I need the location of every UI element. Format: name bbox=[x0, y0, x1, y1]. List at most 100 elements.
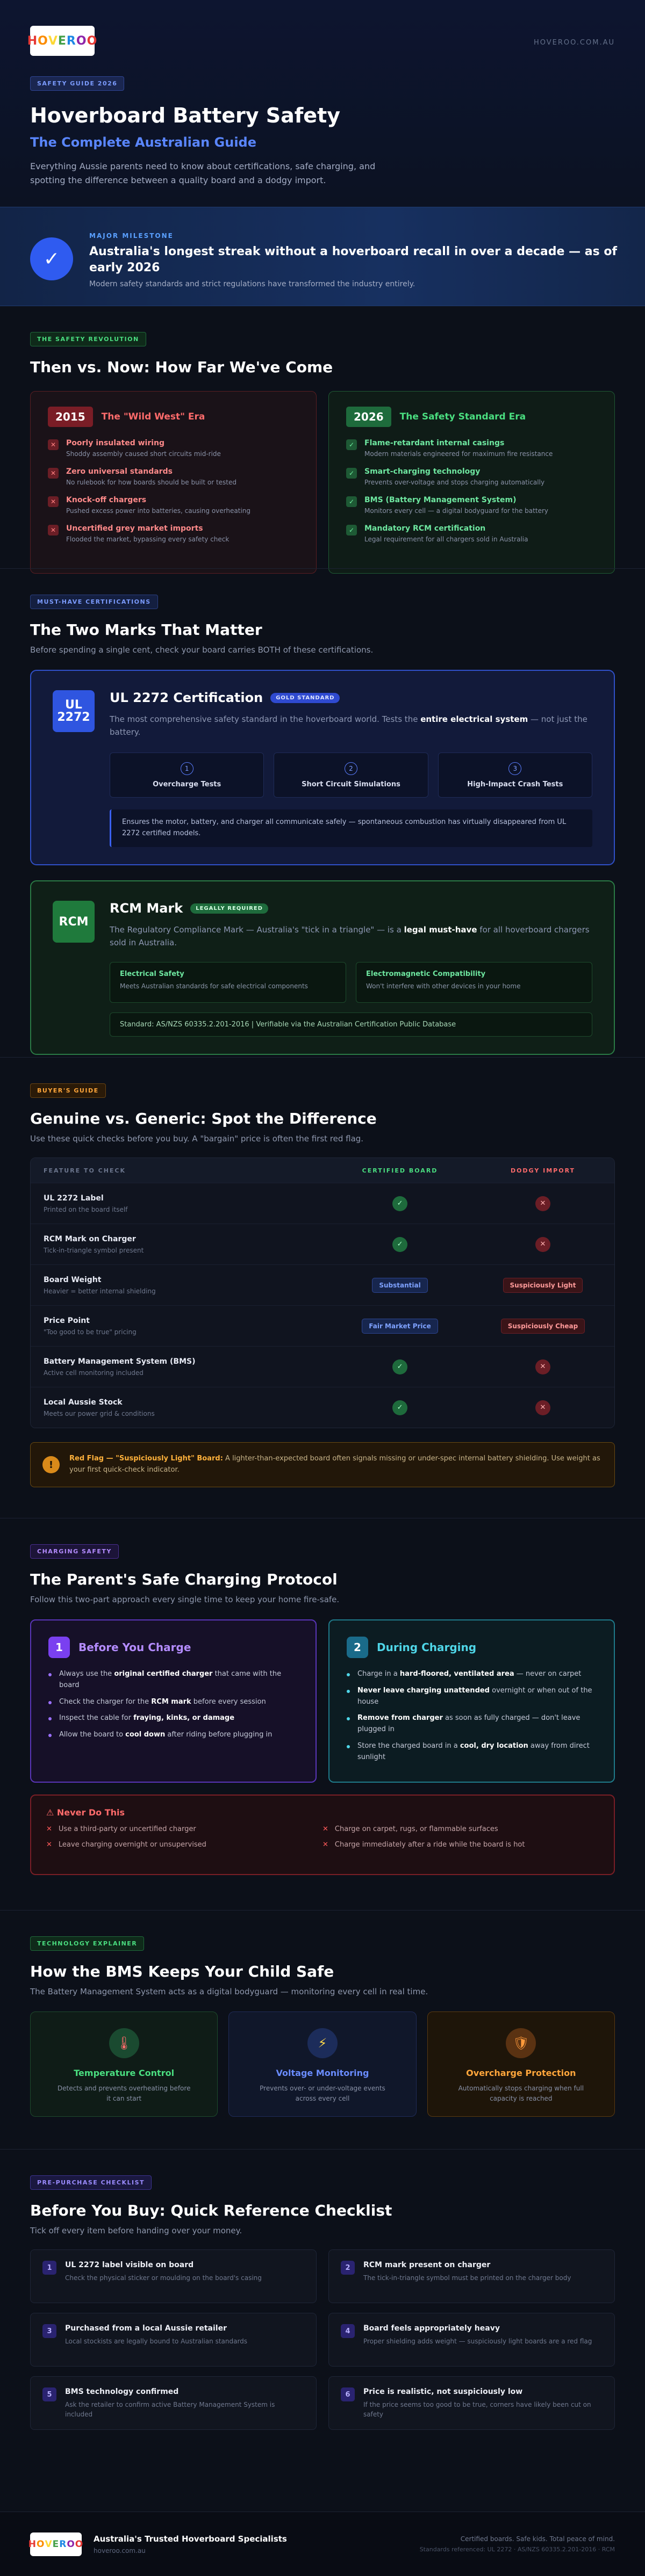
bullet-text: Inspect the cable for fraying, kinks, or… bbox=[59, 1713, 234, 1724]
revolution-section: THE SAFETY REVOLUTION Then vs. Now: How … bbox=[0, 306, 645, 574]
cross-icon: ✕ bbox=[46, 1841, 52, 1849]
rcm-title: RCM Mark bbox=[110, 901, 183, 916]
check-icon: ✓ bbox=[392, 1236, 408, 1252]
cross-icon: ✕ bbox=[48, 439, 59, 450]
checklist-item[interactable]: 2 RCM mark present on charger The tick-in-… bbox=[328, 2249, 615, 2303]
bullet-dot-icon bbox=[347, 1717, 350, 1721]
gold-standard-pill: GOLD STANDARD bbox=[270, 692, 340, 703]
bullet-bold: cool down bbox=[125, 1731, 166, 1739]
buyers-tag: BUYER'S GUIDE bbox=[30, 1083, 106, 1098]
never-item-text: Charge immediately after a ride while th… bbox=[334, 1841, 525, 1849]
bullet-item: Check the charger for the RCM mark befor… bbox=[48, 1697, 298, 1708]
bullet-part: Always use the bbox=[59, 1670, 114, 1678]
page-subtitle: The Complete Australian Guide bbox=[30, 135, 256, 150]
never-item: ✕ Leave charging overnight or unsupervise… bbox=[46, 1841, 322, 1849]
desc-bold: legal must-have bbox=[404, 925, 477, 935]
era-item-desc: Shoddy assembly caused short circuits mi… bbox=[66, 450, 221, 458]
rcm-feature-title: Electrical Safety bbox=[120, 970, 184, 978]
era-item: ✓ Mandatory RCM certification Legal requir… bbox=[346, 524, 597, 543]
feature-name: RCM Mark on Charger bbox=[44, 1234, 136, 1243]
era-item: ✕ Knock-off chargers Pushed excess power i… bbox=[48, 496, 299, 515]
checklist-text: UL 2272 label visible on board Check the … bbox=[65, 2261, 262, 2292]
bms-section: TECHNOLOGY EXPLAINER How the BMS Keeps Y… bbox=[0, 1910, 645, 2149]
milestone-title: Australia's longest streak without a hov… bbox=[89, 245, 618, 274]
era-item-text: Flame-retardant internal casings Modern m… bbox=[364, 439, 553, 458]
test-label: Short Circuit Simulations bbox=[302, 780, 400, 788]
bullet-dot-icon bbox=[48, 1701, 52, 1704]
ul-badge-icon: UL 2272 bbox=[53, 690, 95, 732]
bullet-dot-icon bbox=[48, 1673, 52, 1676]
table-row: Battery Management System (BMS) Active ce… bbox=[31, 1346, 614, 1387]
certified-cell: Fair Market Price bbox=[328, 1318, 471, 1334]
site-url[interactable]: HOVEROO.COM.AU bbox=[534, 39, 615, 47]
feature-name: Battery Management System (BMS) bbox=[44, 1357, 196, 1366]
era-item: ✓ BMS (Battery Management System) Monitors… bbox=[346, 496, 597, 515]
era-item-title: Smart-charging technology bbox=[364, 467, 481, 476]
era-item-title: Flame-retardant internal casings bbox=[364, 439, 505, 447]
never-do-this-box: ⚠ Never Do This ✕ Use a third-party or un… bbox=[30, 1794, 615, 1875]
checklist-item[interactable]: 1 UL 2272 label visible on board Check the… bbox=[30, 2249, 317, 2303]
rcm-standard: Standard: AS/NZS 60335.2.201-2016 | Veri… bbox=[110, 1012, 592, 1037]
step-number: 1 bbox=[48, 1637, 70, 1658]
check-icon: ✓ bbox=[392, 1196, 408, 1211]
dodgy-cell: ✕ bbox=[471, 1359, 614, 1374]
charging-sub: Follow this two-part approach every sing… bbox=[30, 1595, 340, 1604]
cross-icon: ✕ bbox=[46, 1825, 52, 1833]
revolution-tag: THE SAFETY REVOLUTION bbox=[30, 332, 146, 346]
brand-logo[interactable]: HOVEROO bbox=[27, 26, 97, 56]
era-name: The "Wild West" Era bbox=[101, 411, 205, 422]
rcm-description: The Regulatory Compliance Mark — Austral… bbox=[110, 923, 592, 949]
never-title: ⚠ Never Do This bbox=[46, 1807, 125, 1818]
bms-card-title: Voltage Monitoring bbox=[276, 2068, 369, 2078]
bullet-part: Charge in a bbox=[357, 1670, 400, 1678]
checklist-item[interactable]: 4 Board feels appropriately heavy Proper s… bbox=[328, 2313, 615, 2367]
hero-header: HOVEROO HOVEROO.COM.AU SAFETY GUIDE 2026… bbox=[0, 0, 645, 207]
era-item-desc: Legal requirement for all chargers sold … bbox=[364, 536, 528, 543]
footer-url[interactable]: hoveroo.com.au bbox=[94, 2547, 287, 2555]
checklist-title: Before You Buy: Quick Reference Checklis… bbox=[30, 2202, 392, 2219]
bms-card: 🌡 Temperature Control Detects and prevents… bbox=[30, 2011, 218, 2117]
checklist-desc: If the price seems too good to be true, … bbox=[363, 2401, 591, 2418]
footer: HOVEROO Australia's Trusted Hoverboard S… bbox=[0, 2512, 645, 2576]
bms-tag: TECHNOLOGY EXPLAINER bbox=[30, 1936, 145, 1951]
bullet-bold: original certified charger bbox=[114, 1670, 213, 1678]
checklist-item[interactable]: 6 Price is realistic, not suspiciously lo… bbox=[328, 2376, 615, 2430]
table-row: Price Point "Too good to be true" pricing… bbox=[31, 1305, 614, 1346]
checklist-text: Price is realistic, not suspiciously low… bbox=[363, 2387, 603, 2419]
rcm-feature-title: Electromagnetic Compatibility bbox=[366, 970, 486, 978]
feature-cell: Price Point "Too good to be true" pricing bbox=[31, 1316, 328, 1336]
checklist-number: 1 bbox=[42, 2261, 56, 2275]
checklist-item[interactable]: 5 BMS technology confirmed Ask the retaile… bbox=[30, 2376, 317, 2430]
bullet-part: Allow the board to bbox=[59, 1731, 126, 1739]
checklist-item[interactable]: 3 Purchased from a local Aussie retailer L… bbox=[30, 2313, 317, 2367]
test-number: 1 bbox=[180, 762, 194, 775]
never-item-text: Leave charging overnight or unsupervised bbox=[58, 1841, 206, 1849]
bullet-dot-icon bbox=[347, 1689, 350, 1693]
page: HOVEROO HOVEROO.COM.AU SAFETY GUIDE 2026… bbox=[0, 0, 645, 2576]
bullet-item: Allow the board to cool down after ridin… bbox=[48, 1730, 298, 1741]
column-header: DODGY IMPORT bbox=[510, 1167, 576, 1174]
footer-standards: Standards referenced: UL 2272 · AS/NZS 6… bbox=[419, 2546, 615, 2553]
checklist-text: Board feels appropriately heavy Proper sh… bbox=[363, 2324, 592, 2355]
dodgy-chip: Suspiciously Light bbox=[503, 1277, 583, 1293]
bullet-part: Inspect the cable for bbox=[59, 1714, 134, 1723]
test-label: Overcharge Tests bbox=[153, 780, 221, 788]
page-intro: Everything Aussie parents need to know a… bbox=[30, 161, 376, 185]
before-charge-card: 1 Before You Charge Always use the origi… bbox=[30, 1619, 317, 1783]
feature-desc: Printed on the board itself bbox=[44, 1205, 128, 1213]
table-row: Local Aussie Stock Meets our power grid &… bbox=[31, 1387, 614, 1428]
page-title: Hoverboard Battery Safety bbox=[30, 104, 341, 127]
during-charge-title: During Charging bbox=[377, 1641, 477, 1654]
cross-icon: ✕ bbox=[535, 1400, 550, 1415]
bullet-dot-icon bbox=[347, 1673, 350, 1676]
never-item: ✕ Use a third-party or uncertified charge… bbox=[46, 1825, 322, 1833]
era-item: ✓ Smart-charging technology Prevents over-… bbox=[346, 467, 597, 486]
charging-tag: CHARGING SAFETY bbox=[30, 1544, 119, 1559]
test-box: 2 Short Circuit Simulations bbox=[274, 752, 428, 798]
feature-name: Board Weight bbox=[44, 1275, 102, 1284]
rcm-feature-desc: Meets Australian standards for safe elec… bbox=[120, 982, 308, 990]
era-item-title: BMS (Battery Management System) bbox=[364, 496, 517, 504]
buyers-guide-section: BUYER'S GUIDE Genuine vs. Generic: Spot … bbox=[0, 1057, 645, 1518]
red-flag-callout: ! Red Flag — "Suspiciously Light" Board:… bbox=[30, 1442, 615, 1487]
footer-logo[interactable]: HOVEROO bbox=[28, 2532, 83, 2556]
